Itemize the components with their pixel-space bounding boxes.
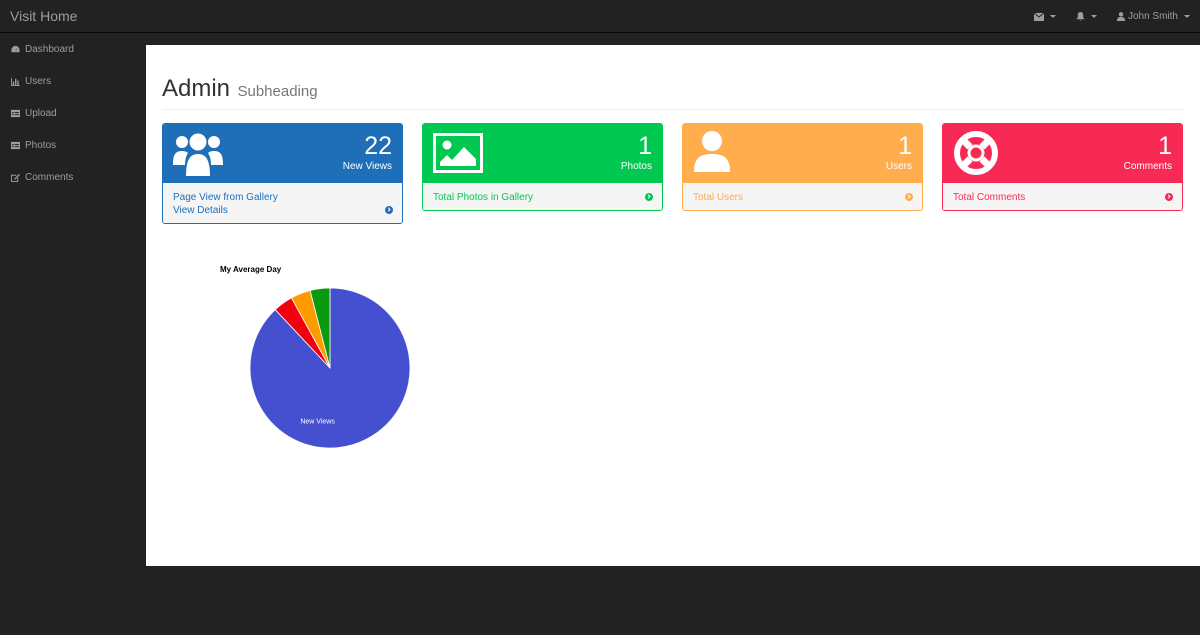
- sidebar-item-label: Photos: [25, 139, 57, 151]
- main-content: Admin Subheading 22 New Views Page View …: [146, 45, 1200, 566]
- sidebar-item-comments[interactable]: Comments: [0, 161, 146, 193]
- caret-icon: [1184, 15, 1190, 18]
- dashboard-icon: [11, 45, 20, 52]
- arrow-circle-right-icon[interactable]: [385, 206, 393, 214]
- panel-photos: 1 Photos Total Photos in Gallery: [422, 123, 663, 211]
- arrow-circle-right-icon[interactable]: [645, 193, 653, 201]
- panel-footer[interactable]: Page View from Gallery View Details: [163, 183, 402, 223]
- chart-title: My Average Day: [220, 265, 282, 274]
- user-dropdown[interactable]: John Smith: [1116, 11, 1190, 22]
- bar-chart-icon: [11, 77, 20, 86]
- panel-comments: 1 Comments Total Comments: [942, 123, 1183, 211]
- brand-link[interactable]: Visit Home: [10, 8, 77, 24]
- page-title: Admin: [162, 75, 231, 102]
- table-icon: [11, 141, 20, 149]
- panel-count: 1: [1158, 132, 1172, 160]
- panel-footer-text[interactable]: Total Photos in Gallery: [433, 191, 632, 204]
- user-icon: [1116, 12, 1125, 21]
- top-navbar: Visit Home John Smith: [0, 0, 1200, 33]
- user-name: John Smith: [1127, 11, 1178, 22]
- caret-icon: [1049, 15, 1056, 18]
- panel-heading: 1 Comments: [943, 124, 1182, 183]
- panel-count: 1: [638, 132, 652, 160]
- users-icon: [173, 133, 223, 176]
- pie-slice-label: New Views: [300, 418, 335, 425]
- page-subtitle: Subheading: [237, 83, 318, 100]
- panel-new-views: 22 New Views Page View from Gallery View…: [162, 123, 403, 224]
- panel-caption: Comments: [1123, 161, 1172, 172]
- panel-caption: New Views: [342, 161, 392, 172]
- sidebar-item-photos[interactable]: Photos: [0, 129, 146, 161]
- messages-dropdown[interactable]: [1033, 12, 1056, 21]
- panel-users: 1 Users Total Users: [682, 123, 923, 211]
- sidebar-item-upload[interactable]: Upload: [0, 97, 146, 129]
- sidebar-item-label: Comments: [25, 171, 74, 183]
- panel-count: 22: [364, 132, 392, 160]
- view-details-link[interactable]: View Details: [173, 204, 372, 217]
- panel-heading: 1 Photos: [423, 124, 662, 183]
- sidebar-item-label: Users: [25, 75, 52, 87]
- edit-icon: [11, 173, 20, 182]
- panel-caption: Photos: [620, 161, 652, 172]
- pie-chart: New Views: [249, 287, 411, 449]
- top-nav-right: John Smith: [1033, 0, 1190, 33]
- user-icon: [694, 131, 730, 172]
- caret-icon: [1090, 15, 1097, 18]
- panel-footer-text[interactable]: Total Comments: [953, 191, 1152, 204]
- panel-footer-text[interactable]: Page View from Gallery: [173, 191, 372, 204]
- page-header: Admin Subheading: [162, 75, 1184, 110]
- table-icon: [11, 109, 20, 117]
- sidebar-item-label: Upload: [25, 107, 57, 119]
- panel-footer[interactable]: Total Comments: [943, 183, 1182, 210]
- sidebar-item-dashboard[interactable]: Dashboard: [0, 33, 146, 65]
- arrow-circle-right-icon[interactable]: [1165, 193, 1173, 201]
- sidebar-item-label: Dashboard: [25, 43, 74, 55]
- bell-icon: [1076, 12, 1085, 21]
- panel-heading: 1 Users: [683, 124, 922, 183]
- panel-footer[interactable]: Total Users: [683, 183, 922, 210]
- life-ring-icon: [954, 131, 998, 175]
- panel-caption: Users: [885, 161, 912, 172]
- panel-footer-text[interactable]: Total Users: [693, 191, 892, 204]
- picture-icon: [433, 133, 483, 173]
- envelope-icon: [1033, 12, 1044, 21]
- panel-count: 1: [898, 132, 912, 160]
- sidebar: Dashboard Users Upload Photos Comments: [0, 33, 146, 635]
- panel-heading: 22 New Views: [163, 124, 402, 183]
- panel-footer[interactable]: Total Photos in Gallery: [423, 183, 662, 210]
- sidebar-item-users[interactable]: Users: [0, 65, 146, 97]
- alerts-dropdown[interactable]: [1076, 12, 1097, 21]
- arrow-circle-right-icon[interactable]: [905, 193, 913, 201]
